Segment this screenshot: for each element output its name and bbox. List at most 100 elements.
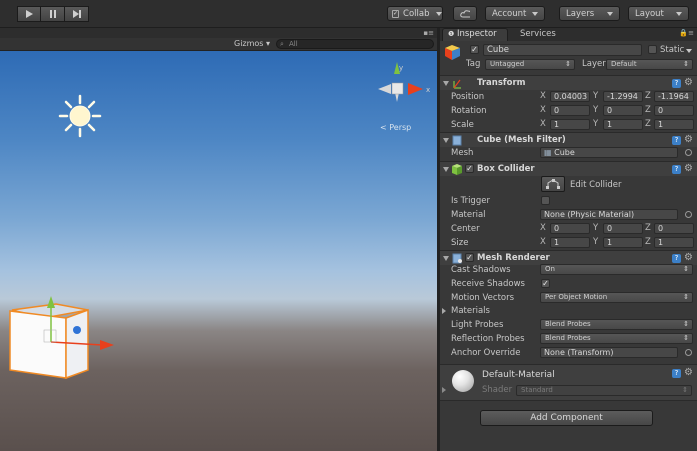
- mesh-label: Mesh: [451, 148, 474, 158]
- position-z-field[interactable]: -1.1964: [654, 91, 694, 102]
- collider-material-field[interactable]: None (Physic Material): [540, 209, 678, 220]
- center-x-field[interactable]: 0: [550, 223, 590, 234]
- materials-expand-icon[interactable]: [442, 308, 446, 314]
- gizmos-button[interactable]: Gizmos ▾: [234, 39, 270, 48]
- size-x-field[interactable]: 1: [550, 237, 590, 248]
- move-z-handle[interactable]: [73, 326, 81, 334]
- move-y-handle[interactable]: [47, 296, 55, 308]
- layout-dropdown[interactable]: Layout: [628, 6, 689, 21]
- updown-icon: ⇕: [683, 334, 689, 342]
- scale-x-field[interactable]: 1: [550, 119, 590, 130]
- cast-shadows-dropdown[interactable]: On ⇕: [540, 264, 693, 275]
- pause-button[interactable]: [41, 6, 65, 22]
- lock-icon[interactable]: 🔒≡: [679, 29, 694, 37]
- material-expand-icon[interactable]: [442, 387, 446, 393]
- tag-dropdown[interactable]: Untagged ⇕: [485, 59, 575, 70]
- materials-label: Materials: [451, 306, 490, 316]
- fold-arrow-icon: [443, 167, 449, 172]
- rotation-x-field[interactable]: 0: [550, 105, 590, 116]
- panel-menu-icon[interactable]: ▪≡: [423, 28, 434, 38]
- object-active-checkbox[interactable]: ✓: [470, 45, 479, 54]
- help-icon[interactable]: ?: [672, 369, 681, 378]
- move-x-handle[interactable]: [100, 340, 114, 350]
- static-dropdown[interactable]: [686, 49, 692, 53]
- info-icon: ❶: [448, 30, 455, 38]
- updown-icon: ⇕: [565, 60, 571, 68]
- mesh-renderer-header[interactable]: ✓ Mesh Renderer ? ⚙: [440, 250, 697, 265]
- gear-icon[interactable]: ⚙: [684, 164, 694, 174]
- inspector-panel: ❶ Inspector Services 🔒≡ ✓ Cube Static Ta…: [440, 28, 697, 451]
- chevron-down-icon: [435, 11, 442, 16]
- object-picker-icon[interactable]: [685, 349, 692, 356]
- object-picker-icon[interactable]: [685, 149, 692, 156]
- orientation-gizmo[interactable]: y x: [374, 58, 436, 116]
- gear-icon[interactable]: ⚙: [684, 368, 694, 378]
- receive-shadows-checkbox[interactable]: ✓: [541, 279, 550, 288]
- layers-dropdown[interactable]: Layers: [559, 6, 620, 21]
- tag-label: Tag: [466, 59, 481, 69]
- edit-collider-button[interactable]: [541, 176, 565, 192]
- cloud-button[interactable]: [453, 6, 477, 21]
- light-probes-label: Light Probes: [451, 320, 504, 330]
- shader-value: Standard: [521, 386, 553, 394]
- rotation-y-field[interactable]: 0: [603, 105, 643, 116]
- is-trigger-checkbox[interactable]: [541, 196, 550, 205]
- collab-dropdown[interactable]: ✓ Collab: [387, 6, 443, 21]
- rotation-z-field[interactable]: 0: [654, 105, 694, 116]
- motion-vectors-dropdown[interactable]: Per Object Motion ⇕: [540, 292, 693, 303]
- box-collider-enabled-checkbox[interactable]: ✓: [465, 164, 474, 173]
- tab-inspector[interactable]: ❶ Inspector: [442, 28, 508, 41]
- tab-services[interactable]: Services: [520, 28, 556, 41]
- scale-y-field[interactable]: 1: [603, 119, 643, 130]
- account-dropdown[interactable]: Account: [485, 6, 545, 21]
- scene-view[interactable]: ▪≡ Gizmos ▾ ⌕ All y x < Persp: [0, 28, 437, 451]
- light-probes-dropdown[interactable]: Blend Probes ⇕: [540, 319, 693, 330]
- scene-search-input[interactable]: ⌕ All: [276, 39, 434, 49]
- y-axis-label: Y: [593, 105, 599, 115]
- gear-icon[interactable]: ⚙: [684, 78, 694, 88]
- directional-light-icon[interactable]: [58, 94, 102, 138]
- help-icon[interactable]: ?: [672, 136, 681, 145]
- x-axis-cone[interactable]: [408, 83, 423, 95]
- tag-value: Untagged: [490, 60, 525, 68]
- object-name-field[interactable]: Cube: [483, 44, 642, 56]
- help-icon[interactable]: ?: [672, 165, 681, 174]
- object-picker-icon[interactable]: [685, 211, 692, 218]
- box-collider-header[interactable]: ✓ Box Collider ? ⚙: [440, 161, 697, 176]
- add-component-button[interactable]: Add Component: [480, 410, 653, 426]
- anchor-override-field[interactable]: None (Transform): [540, 347, 678, 358]
- step-button[interactable]: [65, 6, 89, 22]
- position-x-field[interactable]: 0.04003: [550, 91, 590, 102]
- help-icon[interactable]: ?: [672, 254, 681, 263]
- size-y-field[interactable]: 1: [603, 237, 643, 248]
- size-z-field[interactable]: 1: [654, 237, 694, 248]
- mesh-field[interactable]: ▦ Cube: [540, 147, 678, 158]
- rotation-label: Rotation: [451, 106, 487, 116]
- mesh-filter-header[interactable]: Cube (Mesh Filter) ? ⚙: [440, 132, 697, 147]
- z-axis-label: Z: [645, 105, 651, 115]
- cube-object[interactable]: [4, 266, 120, 384]
- help-icon[interactable]: ?: [672, 79, 681, 88]
- divider: [440, 400, 697, 401]
- scale-z-field[interactable]: 1: [654, 119, 694, 130]
- position-y-field[interactable]: -1.2994: [603, 91, 643, 102]
- projection-toggle[interactable]: < Persp: [380, 123, 411, 132]
- static-checkbox[interactable]: [648, 45, 657, 54]
- gear-icon[interactable]: ⚙: [684, 135, 694, 145]
- shader-dropdown[interactable]: Standard ⇕: [516, 385, 692, 396]
- mesh-icon: ▦: [544, 148, 552, 157]
- gear-icon[interactable]: ⚙: [684, 253, 694, 263]
- mesh-renderer-enabled-checkbox[interactable]: ✓: [465, 253, 474, 262]
- play-button[interactable]: [17, 6, 41, 22]
- material-section[interactable]: Default-Material Shader Standard ⇕ ? ⚙: [440, 364, 697, 400]
- reflection-probes-dropdown[interactable]: Blend Probes ⇕: [540, 333, 693, 344]
- z-axis-label: Z: [645, 237, 651, 247]
- motion-vectors-label: Motion Vectors: [451, 293, 515, 303]
- transform-header[interactable]: Transform ? ⚙: [440, 75, 697, 90]
- layer-value: Default: [611, 60, 637, 68]
- layer-dropdown[interactable]: Default ⇕: [606, 59, 693, 70]
- playback-controls: [17, 6, 89, 22]
- center-z-field[interactable]: 0: [654, 223, 694, 234]
- persp-label: Persp: [389, 123, 412, 132]
- center-y-field[interactable]: 0: [603, 223, 643, 234]
